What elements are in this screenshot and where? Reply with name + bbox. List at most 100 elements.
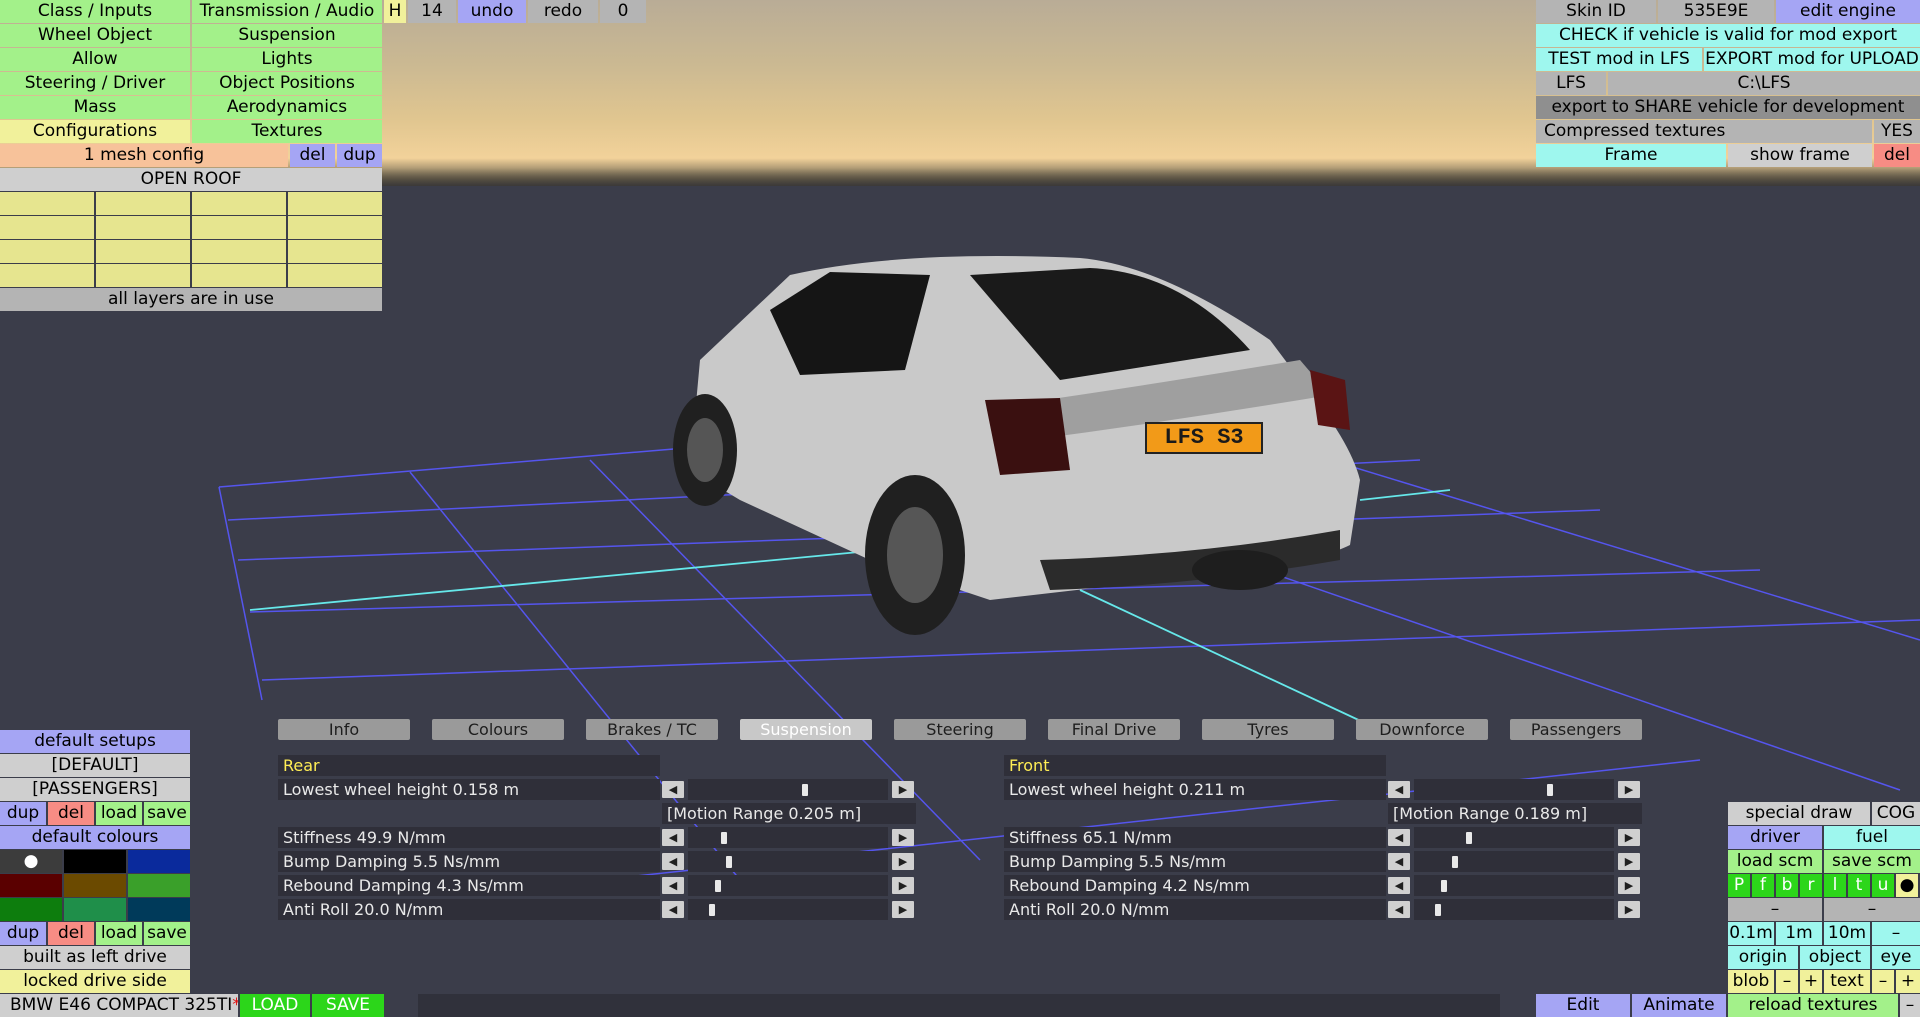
layer-slot[interactable] [288, 240, 382, 263]
menu-configurations[interactable]: Configurations [0, 120, 190, 143]
rear-stiffness-increase-arrow[interactable]: ▶ [892, 829, 914, 846]
rear-antiroll-slider-knob[interactable] [709, 904, 716, 916]
open-roof-button[interactable]: OPEN ROOF [0, 168, 382, 191]
rear-bump-increase-arrow[interactable]: ▶ [892, 853, 914, 870]
compressed-textures-toggle[interactable]: YES [1874, 120, 1920, 143]
menu-mass[interactable]: Mass [0, 96, 190, 119]
mesh-config-label[interactable]: 1 mesh config [0, 144, 288, 167]
collapse-button[interactable]: – [1900, 994, 1920, 1017]
layer-slot[interactable] [192, 216, 286, 239]
rear-antiroll-slider[interactable] [688, 899, 888, 920]
colour-swatch[interactable] [64, 850, 126, 873]
decrease-right-button[interactable]: – [1824, 898, 1920, 921]
layer-slot[interactable] [0, 216, 94, 239]
front-lowest_wheel-increase-arrow[interactable]: ▶ [1618, 781, 1640, 798]
layer-slot[interactable] [96, 240, 190, 263]
draw-flag-dot[interactable]: ● [1896, 874, 1918, 897]
menu-steering-driver[interactable]: Steering / Driver [0, 72, 190, 95]
lfs-path[interactable]: C:\LFS [1608, 72, 1920, 95]
colour-save-button[interactable]: save [144, 922, 190, 945]
redo-button[interactable]: redo [528, 0, 598, 23]
rear-antiroll-increase-arrow[interactable]: ▶ [892, 901, 914, 918]
front-bump-decrease-arrow[interactable]: ◀ [1388, 853, 1410, 870]
text-minus-button[interactable]: – [1872, 970, 1894, 993]
load-scm-button[interactable]: load scm [1728, 850, 1822, 873]
colour-load-button[interactable]: load [96, 922, 142, 945]
origin-button[interactable]: origin [1728, 946, 1798, 969]
draw-flag-f[interactable]: f [1752, 874, 1774, 897]
draw-flag-r[interactable]: r [1800, 874, 1822, 897]
draw-flag-u[interactable]: u [1872, 874, 1894, 897]
menu-class-inputs[interactable]: Class / Inputs [0, 0, 190, 23]
colour-swatch[interactable] [64, 898, 126, 921]
draw-flag-l[interactable]: l [1824, 874, 1846, 897]
animate-mode-button[interactable]: Animate [1632, 994, 1726, 1017]
layer-slot[interactable] [288, 264, 382, 287]
text-plus-button[interactable]: + [1896, 970, 1920, 993]
scale-minus-button[interactable]: – [1872, 922, 1920, 945]
eye-button[interactable]: eye [1872, 946, 1920, 969]
front-antiroll-slider-knob[interactable] [1435, 904, 1442, 916]
front-stiffness-slider[interactable] [1414, 827, 1614, 848]
mesh-config-duplicate-button[interactable]: dup [337, 144, 382, 167]
colour-dup-button[interactable]: dup [0, 922, 46, 945]
draw-flag-t[interactable]: t [1848, 874, 1870, 897]
tab-suspension[interactable]: Suspension [740, 719, 872, 740]
colour-del-button[interactable]: del [48, 922, 94, 945]
setup-save-button[interactable]: save [144, 802, 190, 825]
colour-swatch[interactable] [128, 898, 190, 921]
rear-rebound-decrease-arrow[interactable]: ◀ [662, 877, 684, 894]
fuel-button[interactable]: fuel [1824, 826, 1920, 849]
export-share-button[interactable]: export to SHARE vehicle for development [1536, 96, 1920, 119]
export-mod-button[interactable]: EXPORT mod for UPLOAD [1704, 48, 1920, 71]
menu-suspension[interactable]: Suspension [192, 24, 382, 47]
layer-slot[interactable] [0, 192, 94, 215]
setup-del-button[interactable]: del [48, 802, 94, 825]
layer-slot[interactable] [96, 192, 190, 215]
default-setups-button[interactable]: default setups [0, 730, 190, 753]
front-bump-slider[interactable] [1414, 851, 1614, 872]
front-bump-increase-arrow[interactable]: ▶ [1618, 853, 1640, 870]
blob-button[interactable]: blob [1728, 970, 1774, 993]
setup-dup-button[interactable]: dup [0, 802, 46, 825]
special-draw-button[interactable]: special draw [1728, 802, 1870, 825]
tab-colours[interactable]: Colours [432, 719, 564, 740]
layer-slot[interactable] [192, 192, 286, 215]
tab-passengers[interactable]: Passengers [1510, 719, 1642, 740]
decrease-left-button[interactable]: – [1728, 898, 1822, 921]
load-vehicle-button[interactable]: LOAD [240, 994, 310, 1017]
frame-button[interactable]: Frame [1536, 144, 1726, 167]
text-button[interactable]: text [1824, 970, 1870, 993]
rear-rebound-increase-arrow[interactable]: ▶ [892, 877, 914, 894]
layer-slot[interactable] [288, 192, 382, 215]
menu-allow[interactable]: Allow [0, 48, 190, 71]
layer-slot[interactable] [288, 216, 382, 239]
colour-swatch[interactable] [64, 874, 126, 897]
blob-minus-button[interactable]: – [1776, 970, 1798, 993]
skin-id-value[interactable]: 535E9E [1658, 0, 1774, 23]
front-stiffness-slider-knob[interactable] [1465, 832, 1472, 844]
draw-flag-b[interactable]: b [1776, 874, 1798, 897]
front-rebound-decrease-arrow[interactable]: ◀ [1388, 877, 1410, 894]
layer-slot[interactable] [192, 264, 286, 287]
rear-stiffness-slider-knob[interactable] [720, 832, 727, 844]
menu-wheel-object[interactable]: Wheel Object [0, 24, 190, 47]
colour-swatch[interactable] [128, 850, 190, 873]
setup-default[interactable]: [DEFAULT] [0, 754, 190, 777]
layer-slot[interactable] [96, 264, 190, 287]
colour-swatch[interactable] [128, 874, 190, 897]
tab-downforce[interactable]: Downforce [1356, 719, 1488, 740]
front-antiroll-decrease-arrow[interactable]: ◀ [1388, 901, 1410, 918]
rear-bump-slider-knob[interactable] [726, 856, 733, 868]
tab-tyres[interactable]: Tyres [1202, 719, 1334, 740]
blob-plus-button[interactable]: + [1800, 970, 1822, 993]
layer-slot[interactable] [0, 240, 94, 263]
rear-rebound-slider-knob[interactable] [714, 880, 721, 892]
setup-passengers[interactable]: [PASSENGERS] [0, 778, 190, 801]
front-antiroll-slider[interactable] [1414, 899, 1614, 920]
layer-slot[interactable] [96, 216, 190, 239]
frame-delete-button[interactable]: del [1874, 144, 1920, 167]
rear-lowest_wheel-slider-knob[interactable] [802, 784, 809, 796]
scale-0-1m-button[interactable]: 0.1m [1728, 922, 1774, 945]
test-mod-button[interactable]: TEST mod in LFS [1536, 48, 1702, 71]
